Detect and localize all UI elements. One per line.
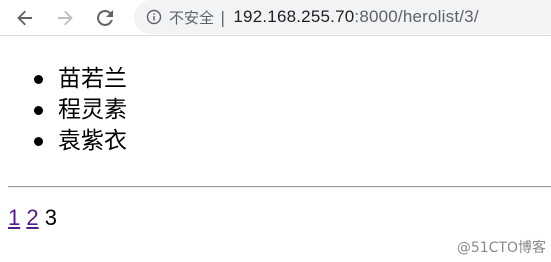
page-link-2[interactable]: 2: [26, 205, 38, 230]
hero-name: 程灵素: [58, 97, 127, 123]
hero-list: 苗若兰 程灵素 袁紫衣: [0, 64, 127, 157]
url-separator: |: [220, 7, 226, 27]
back-arrow-icon: [16, 9, 34, 27]
url-host: 192.168.255.70: [233, 7, 355, 26]
hero-name: 袁紫衣: [58, 128, 127, 154]
list-item: 袁紫衣: [0, 126, 127, 157]
current-page: 3: [44, 205, 57, 230]
page-link-1[interactable]: 1: [8, 205, 20, 230]
horizontal-divider: [8, 186, 551, 188]
back-button[interactable]: [10, 3, 40, 33]
bullet-icon: [34, 75, 43, 84]
info-icon[interactable]: [146, 9, 162, 25]
pagination: 1 2 3: [8, 203, 57, 233]
bullet-icon: [34, 106, 43, 115]
security-label: 不安全: [169, 8, 215, 27]
bullet-icon: [34, 137, 43, 146]
forward-arrow-icon: [56, 9, 74, 27]
forward-button[interactable]: [50, 3, 80, 33]
list-item: 程灵素: [0, 95, 127, 126]
hero-name: 苗若兰: [58, 66, 127, 92]
browser-toolbar: 不安全 | 192.168.255.70:8000/herolist/3/: [0, 0, 551, 36]
watermark: @51CTO博客: [456, 240, 546, 256]
address-bar[interactable]: 不安全 | 192.168.255.70:8000/herolist/3/: [134, 0, 551, 34]
reload-button[interactable]: [90, 3, 120, 33]
url-path: :8000/herolist/3/: [354, 7, 479, 26]
list-item: 苗若兰: [0, 64, 127, 95]
reload-icon: [96, 9, 114, 27]
